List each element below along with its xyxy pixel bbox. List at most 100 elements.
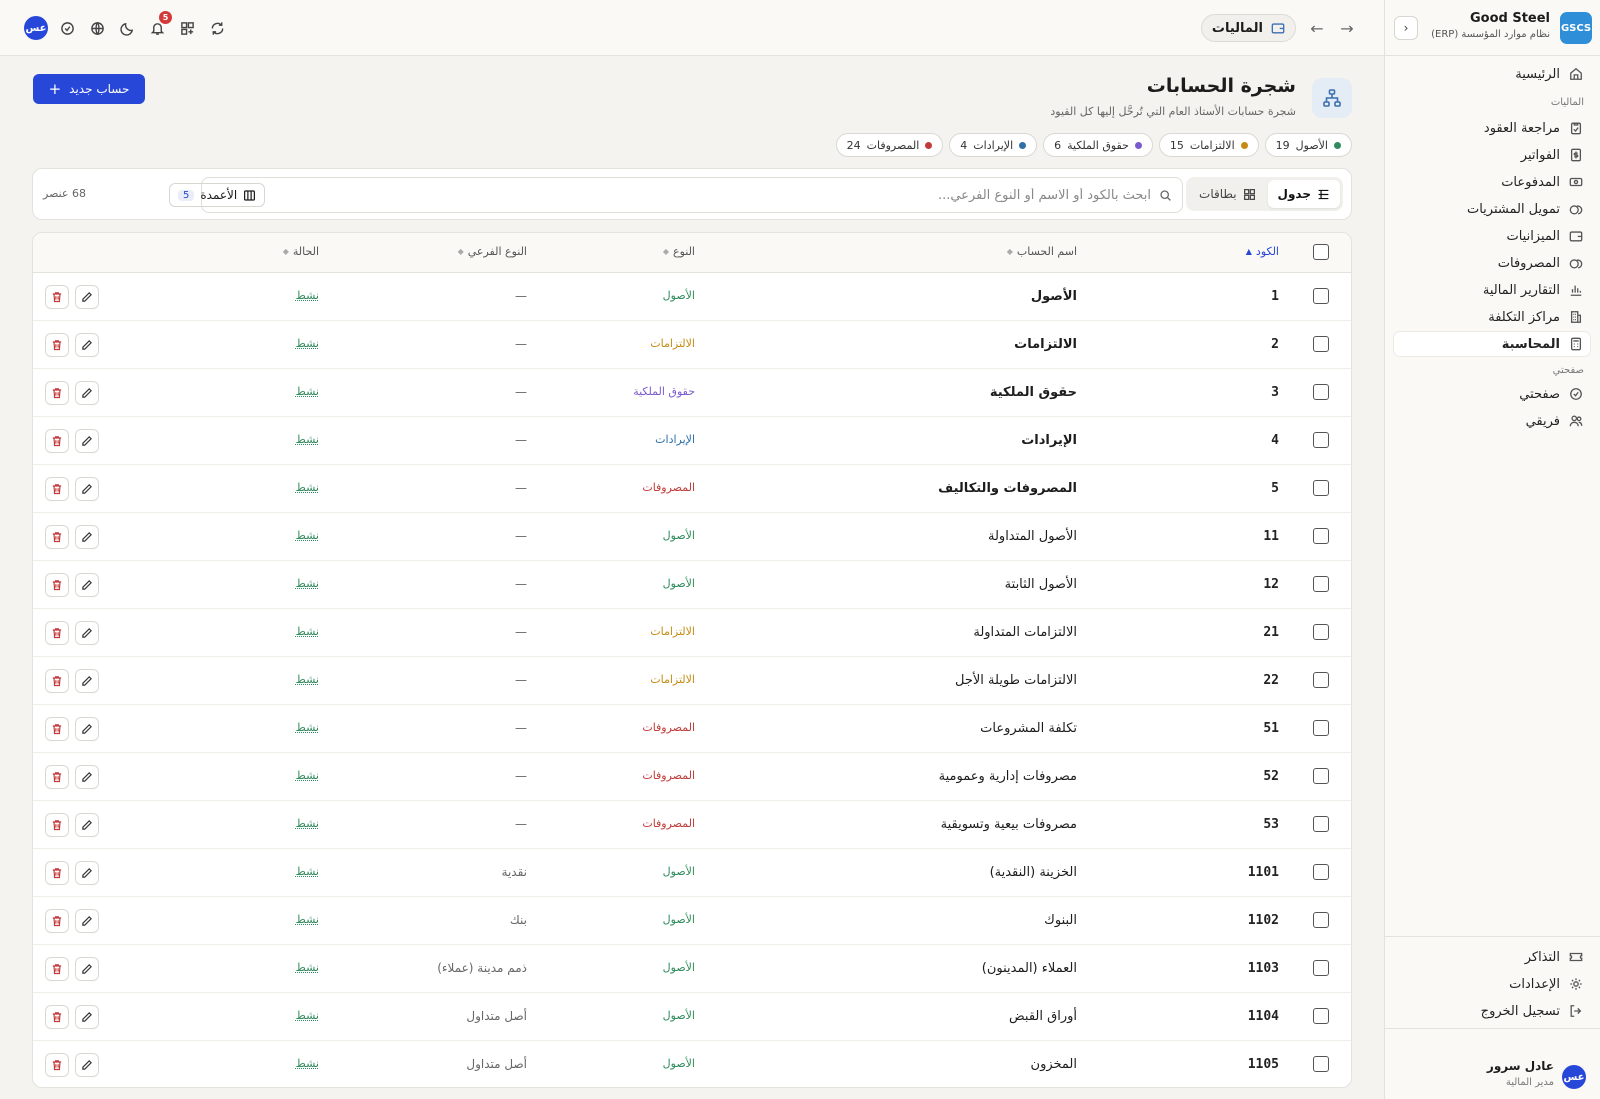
sidebar-item-finance-3[interactable]: تمويل المشتريات: [1394, 197, 1590, 221]
delete-button[interactable]: [45, 381, 69, 405]
edit-button[interactable]: [75, 621, 99, 645]
sidebar-item-finance-8[interactable]: المحاسبة: [1394, 332, 1590, 356]
view-cards-button[interactable]: بطاقات: [1189, 180, 1266, 208]
user-avatar[interactable]: عس: [1562, 1065, 1586, 1089]
delete-button[interactable]: [45, 909, 69, 933]
edit-button[interactable]: [75, 285, 99, 309]
edit-button[interactable]: [75, 957, 99, 981]
edit-button[interactable]: [75, 477, 99, 501]
type-chip[interactable]: الأصول 19: [1264, 133, 1352, 157]
sidebar-item-finance-7[interactable]: مراكز التكلفة: [1394, 305, 1590, 329]
breadcrumb[interactable]: الماليات: [1200, 14, 1296, 42]
row-checkbox[interactable]: [1313, 960, 1329, 976]
search-input[interactable]: [212, 187, 1151, 203]
delete-button[interactable]: [45, 573, 69, 597]
language-button[interactable]: [86, 17, 108, 39]
sidebar-item-finance-4[interactable]: الميزانيات: [1394, 224, 1590, 248]
delete-button[interactable]: [45, 813, 69, 837]
sidebar-item-finance-0[interactable]: مراجعة العقود: [1394, 116, 1590, 140]
sidebar-item-finance-5[interactable]: المصروفات: [1394, 251, 1590, 275]
row-checkbox[interactable]: [1313, 864, 1329, 880]
sidebar-item-my-page[interactable]: صفحتي: [1394, 382, 1590, 406]
tasks-button[interactable]: [56, 17, 78, 39]
row-checkbox[interactable]: [1313, 816, 1329, 832]
header-name[interactable]: اسم الحساب ◆: [1007, 245, 1077, 258]
sidebar-item-my-team[interactable]: فريقي: [1394, 409, 1590, 433]
table-row[interactable]: 1 الأصول الأصول — نشط: [33, 273, 1351, 321]
delete-button[interactable]: [45, 525, 69, 549]
edit-button[interactable]: [75, 333, 99, 357]
table-row[interactable]: 22 الالتزامات طويلة الأجل الالتزامات — نشط: [33, 657, 1351, 705]
table-row[interactable]: 1105 المخزون الأصول أصل متداول نشط: [33, 1041, 1351, 1087]
new-account-button[interactable]: حساب جديد +: [33, 74, 145, 104]
table-row[interactable]: 1101 الخزينة (النقدية) الأصول نقدية نشط: [33, 849, 1351, 897]
sidebar-item-home[interactable]: الرئيسية: [1394, 62, 1590, 86]
delete-button[interactable]: [45, 621, 69, 645]
sidebar-item-settings[interactable]: الإعدادات: [1394, 972, 1590, 996]
delete-button[interactable]: [45, 429, 69, 453]
delete-button[interactable]: [45, 717, 69, 741]
refresh-button[interactable]: [206, 17, 228, 39]
row-checkbox[interactable]: [1313, 672, 1329, 688]
delete-button[interactable]: [45, 669, 69, 693]
type-chip[interactable]: المصروفات 24: [835, 133, 944, 157]
row-checkbox[interactable]: [1313, 624, 1329, 640]
edit-button[interactable]: [75, 573, 99, 597]
delete-button[interactable]: [45, 1005, 69, 1029]
table-row[interactable]: 51 تكلفة المشروعات المصروفات — نشط: [33, 705, 1351, 753]
table-row[interactable]: 3 حقوق الملكية حقوق الملكية — نشط: [33, 369, 1351, 417]
sidebar-item-finance-1[interactable]: الفواتير: [1394, 143, 1590, 167]
forward-button[interactable]: →: [1336, 17, 1358, 39]
delete-button[interactable]: [45, 861, 69, 885]
type-chip[interactable]: الالتزامات 15: [1158, 133, 1259, 157]
row-checkbox[interactable]: [1313, 1008, 1329, 1024]
row-checkbox[interactable]: [1313, 912, 1329, 928]
delete-button[interactable]: [45, 333, 69, 357]
row-checkbox[interactable]: [1313, 384, 1329, 400]
view-table-button[interactable]: جدول: [1267, 180, 1340, 208]
edit-button[interactable]: [75, 909, 99, 933]
edit-button[interactable]: [75, 1005, 99, 1029]
table-row[interactable]: 11 الأصول المتداولة الأصول — نشط: [33, 513, 1351, 561]
row-checkbox[interactable]: [1313, 336, 1329, 352]
table-row[interactable]: 1103 العملاء (المدينون) الأصول ذمم مدينة (ع…: [33, 945, 1351, 993]
edit-button[interactable]: [75, 429, 99, 453]
header-status[interactable]: الحالة ◆: [283, 245, 319, 258]
table-row[interactable]: 52 مصروفات إدارية وعمومية المصروفات — نشط: [33, 753, 1351, 801]
header-code[interactable]: الكود ▲: [1246, 245, 1279, 258]
search-field[interactable]: [201, 177, 1183, 213]
delete-button[interactable]: [45, 285, 69, 309]
theme-toggle[interactable]: [116, 17, 138, 39]
edit-button[interactable]: [75, 717, 99, 741]
columns-button[interactable]: الأعمدة 5: [169, 183, 266, 207]
edit-button[interactable]: [75, 861, 99, 885]
edit-button[interactable]: [75, 381, 99, 405]
delete-button[interactable]: [45, 765, 69, 789]
top-avatar[interactable]: عس: [24, 16, 48, 40]
row-checkbox[interactable]: [1313, 528, 1329, 544]
table-row[interactable]: 53 مصروفات بيعية وتسويقية المصروفات — نشط: [33, 801, 1351, 849]
table-row[interactable]: 2 الالتزامات الالتزامات — نشط: [33, 321, 1351, 369]
row-checkbox[interactable]: [1313, 432, 1329, 448]
edit-button[interactable]: [75, 669, 99, 693]
header-type[interactable]: النوع ◆: [663, 245, 695, 258]
table-row[interactable]: 12 الأصول الثابتة الأصول — نشط: [33, 561, 1351, 609]
sidebar-item-logout[interactable]: تسجيل الخروج: [1394, 999, 1590, 1023]
delete-button[interactable]: [45, 1053, 69, 1077]
row-checkbox[interactable]: [1313, 288, 1329, 304]
row-checkbox[interactable]: [1313, 576, 1329, 592]
sidebar-item-finance-6[interactable]: التقارير المالية: [1394, 278, 1590, 302]
table-row[interactable]: 4 الإيرادات الإيرادات — نشط: [33, 417, 1351, 465]
row-checkbox[interactable]: [1313, 768, 1329, 784]
sidebar-item-tickets[interactable]: التذاكر: [1394, 945, 1590, 969]
select-all-checkbox[interactable]: [1313, 244, 1329, 260]
row-checkbox[interactable]: [1313, 480, 1329, 496]
delete-button[interactable]: [45, 477, 69, 501]
edit-button[interactable]: [75, 525, 99, 549]
sidebar-item-finance-2[interactable]: المدفوعات: [1394, 170, 1590, 194]
row-checkbox[interactable]: [1313, 1056, 1329, 1072]
row-checkbox[interactable]: [1313, 720, 1329, 736]
back-button[interactable]: ←: [1306, 17, 1328, 39]
header-subtype[interactable]: النوع الفرعي ◆: [458, 245, 527, 258]
delete-button[interactable]: [45, 957, 69, 981]
